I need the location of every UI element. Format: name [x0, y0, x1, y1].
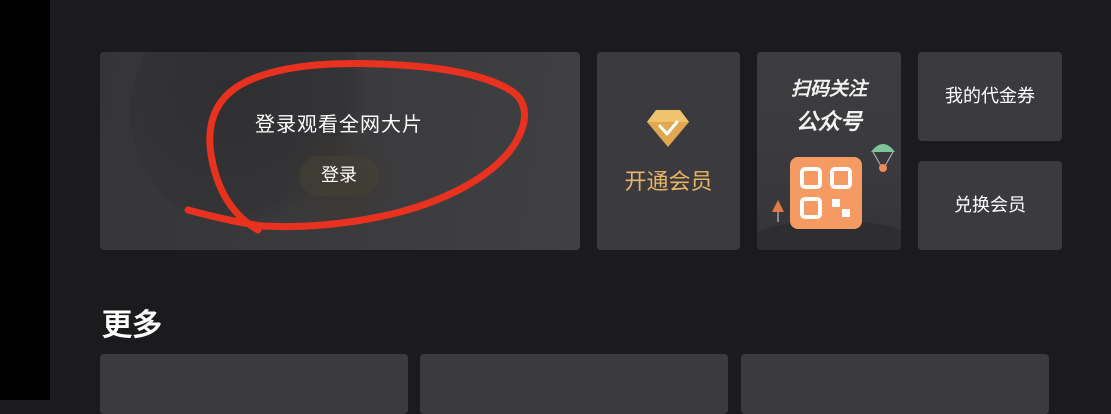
- redeem-membership-label: 兑换会员: [954, 195, 1026, 216]
- vip-card[interactable]: 开通会员: [597, 52, 740, 250]
- more-section-title: 更多: [102, 308, 162, 343]
- login-prompt-text: 登录观看全网大片: [255, 112, 423, 136]
- more-item[interactable]: [420, 354, 728, 414]
- left-edge: [0, 0, 50, 400]
- redeem-membership-card[interactable]: 兑换会员: [918, 161, 1062, 250]
- login-card[interactable]: 登录观看全网大片 登录: [100, 52, 580, 250]
- diamond-icon: [646, 108, 690, 152]
- more-item[interactable]: [741, 354, 1049, 414]
- tree-icon: [771, 200, 785, 228]
- login-button[interactable]: 登录: [299, 156, 379, 196]
- qr-code: [790, 157, 862, 229]
- parachute-icon: [869, 140, 897, 178]
- my-coupons-card[interactable]: 我的代金券: [918, 52, 1062, 141]
- vip-label: 开通会员: [624, 170, 713, 195]
- qr-follow-card[interactable]: 扫码关注 公众号: [757, 52, 901, 250]
- more-item[interactable]: [100, 354, 408, 414]
- qr-title-line1: 扫码关注: [790, 78, 867, 100]
- qr-title-line2: 公众号: [795, 110, 862, 135]
- my-coupons-label: 我的代金券: [945, 86, 1035, 107]
